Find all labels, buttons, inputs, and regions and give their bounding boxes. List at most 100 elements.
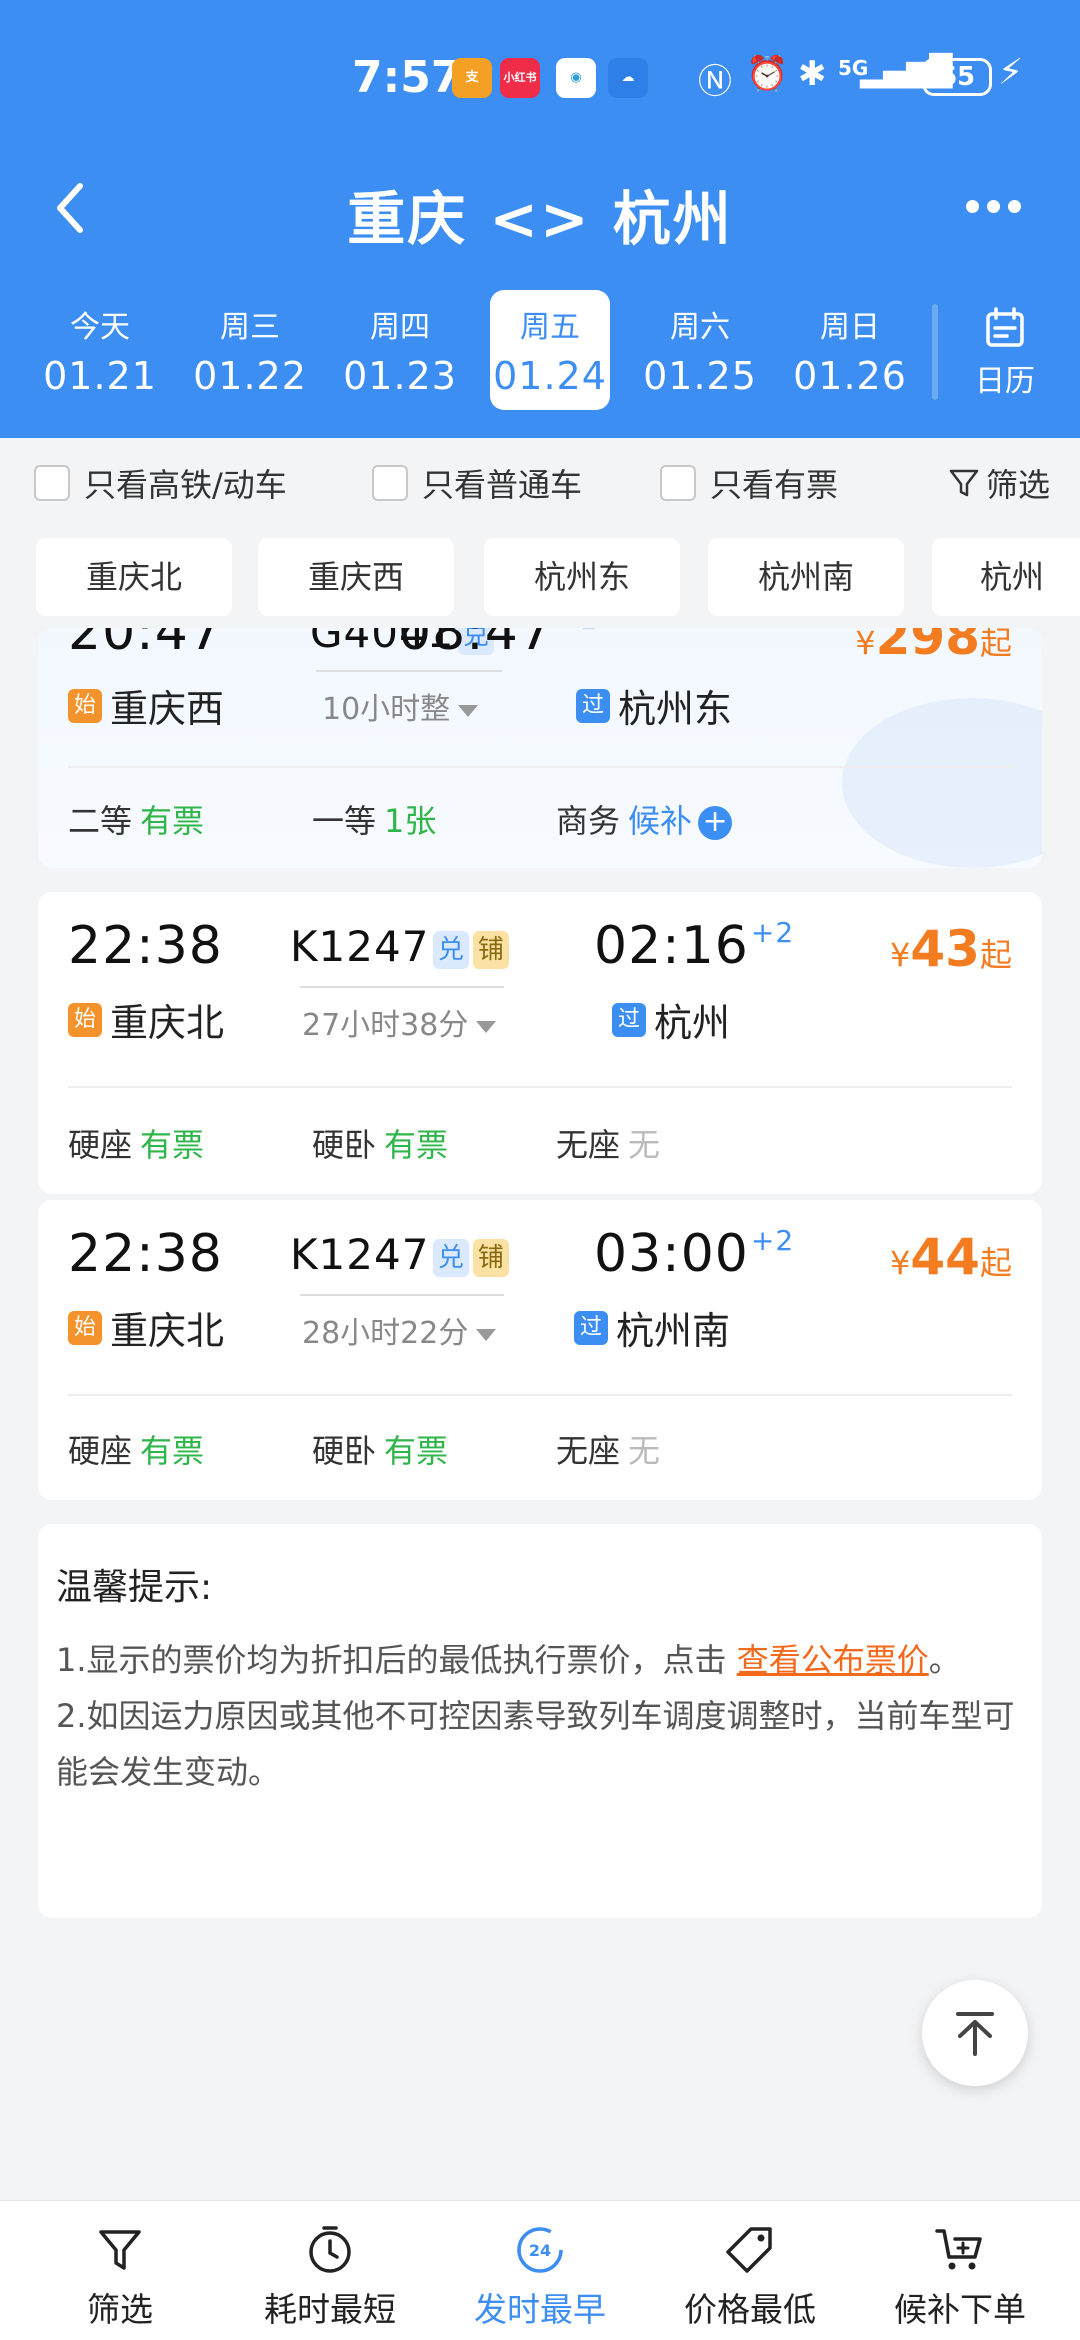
station-tab[interactable]: 重庆北 — [36, 538, 232, 616]
chevron-down-icon — [458, 704, 479, 717]
status-time: 7:57 — [352, 52, 462, 103]
day-offset: +2 — [750, 916, 795, 949]
seat-info: 一等 1张 — [312, 802, 437, 840]
funnel-icon — [949, 469, 979, 497]
tips-line-1: 1.显示的票价均为折扣后的最低执行票价，点击 查看公布票价。 — [56, 1641, 961, 1679]
filter-button[interactable]: 筛选 — [948, 460, 1050, 506]
train-number: K1247 兑铺 — [290, 1230, 510, 1279]
alarm-icon: ⏰ — [746, 54, 789, 94]
tips-title: 温馨提示: — [56, 1567, 213, 1608]
from-station: 始重庆北 — [68, 1300, 224, 1355]
filter-bar: 只看高铁/动车 只看普通车 只看有票 筛选 — [0, 438, 1080, 528]
seat-info: 硬卧 有票 — [312, 1126, 449, 1164]
nfc-icon: Ⓝ — [698, 62, 732, 102]
more-button[interactable] — [966, 198, 1030, 214]
svg-text:24: 24 — [529, 2241, 551, 2260]
normal-train-only-checkbox[interactable]: 只看普通车 — [372, 460, 582, 506]
seat-info: 无座无 — [556, 1432, 661, 1470]
station-tab[interactable]: 重庆西 — [258, 538, 454, 616]
date-tab[interactable]: 周四 01.23 — [340, 290, 460, 410]
from-station: 始重庆北 — [68, 992, 224, 1047]
train-card[interactable]: 20:47 G4041兑 08:47+1 ¥298起 始重庆西 10小时整 过杭… — [38, 628, 1042, 868]
duration-toggle[interactable]: 10小时整 — [322, 684, 479, 728]
day-offset: +1 — [555, 628, 598, 635]
nav-lowest-price[interactable]: 价格最低 — [650, 2211, 850, 2340]
tips-line-2: 2.如因运力原因或其他不可控因素导致列车调度调整时，当前车型可能会发生变动。 — [56, 1697, 1015, 1791]
xiaohongshu-icon: 小红书 — [500, 58, 540, 98]
origin-badge: 始 — [68, 688, 102, 723]
station-tab[interactable]: 杭州东 — [484, 538, 680, 616]
date-tab[interactable]: 周六 01.25 — [640, 290, 760, 410]
filter-icon — [99, 2230, 141, 2270]
date-tab[interactable]: 今天 01.21 — [40, 290, 160, 410]
to-station: 过杭州南 — [574, 1300, 730, 1355]
duration-toggle[interactable]: 27小时38分 — [302, 1000, 497, 1044]
departure-time: 22:38 — [68, 916, 223, 976]
high-speed-only-checkbox[interactable]: 只看高铁/动车 — [34, 460, 287, 506]
seat-info: 硬卧 有票 — [312, 1432, 449, 1470]
card-divider — [68, 766, 1012, 768]
bottom-nav: 筛选 耗时最短 24 发时最早 价格最低 候补下单 — [0, 2200, 1080, 2340]
page-title: 重庆 <> 杭州 — [347, 185, 733, 253]
station-tab[interactable]: 杭州南 — [708, 538, 904, 616]
from-station: 始重庆西 — [68, 678, 224, 733]
arrival-time: 02:16+2 — [594, 916, 795, 976]
status-bar: 7:57 支 小红书 ◉ ☁ Ⓝ ⏰ ✱ 5G ▂▄▆█ 65 ⚡ — [0, 50, 1080, 110]
calendar-button[interactable]: 日历 — [930, 290, 1080, 410]
date-tab[interactable]: 周三 01.22 — [190, 290, 310, 410]
arrival-time: 08:47+1 — [398, 628, 598, 662]
price-tag-icon — [726, 2227, 772, 2273]
nav-earliest-departure[interactable]: 24 发时最早 — [440, 2211, 640, 2340]
browser-icon: ◉ — [556, 58, 596, 98]
available-only-checkbox[interactable]: 只看有票 — [660, 460, 838, 506]
nav-filter[interactable]: 筛选 — [20, 2211, 220, 2340]
date-tab[interactable]: 周日 01.26 — [790, 290, 910, 410]
duration-toggle[interactable]: 28小时22分 — [302, 1308, 497, 1352]
pass-badge: 过 — [612, 1002, 646, 1037]
duration-line — [300, 1294, 504, 1296]
calendar-icon — [986, 307, 1024, 347]
arrival-time: 03:00+2 — [594, 1224, 795, 1284]
train-number: K1247 兑铺 — [290, 922, 510, 971]
nav-bar: 重庆 <> 杭州 — [0, 160, 1080, 260]
add-waitlist-icon[interactable]: + — [698, 806, 733, 840]
origin-badge: 始 — [68, 1002, 102, 1037]
berth-tag: 铺 — [473, 1238, 510, 1277]
nav-shortest-duration[interactable]: 耗时最短 — [230, 2211, 430, 2340]
day-offset: +2 — [750, 1224, 795, 1257]
exchange-tag: 兑 — [433, 930, 470, 969]
pass-badge: 过 — [574, 1310, 608, 1345]
charging-icon: ⚡ — [998, 52, 1024, 93]
more-icon — [966, 200, 979, 213]
seat-info: 硬座 有票 — [68, 1126, 205, 1164]
exchange-tag: 兑 — [433, 1238, 470, 1277]
arrow-up-icon — [956, 2012, 994, 2056]
published-fare-link[interactable]: 查看公布票价 — [737, 1641, 929, 1679]
alipay-icon: 支 — [452, 58, 492, 98]
train-watermark — [842, 698, 1042, 868]
train-card[interactable]: 22:38 K1247 兑铺 03:00+2 ¥44起 始重庆北 28小时22分 … — [38, 1200, 1042, 1500]
departure-time: 20:47 — [68, 628, 223, 662]
card-divider — [68, 1394, 1012, 1396]
departure-time: 22:38 — [68, 1224, 223, 1284]
header: 7:57 支 小红书 ◉ ☁ Ⓝ ⏰ ✱ 5G ▂▄▆█ 65 ⚡ 重庆 <> … — [0, 0, 1080, 438]
price: ¥43起 — [890, 920, 1012, 978]
back-to-top-button[interactable] — [922, 1980, 1028, 2086]
seat-info[interactable]: 商务 候补 + — [556, 796, 733, 842]
tips-panel: 温馨提示: 1.显示的票价均为折扣后的最低执行票价，点击 查看公布票价。 2.如… — [38, 1524, 1042, 1918]
pass-badge: 过 — [576, 688, 610, 723]
card-divider — [68, 1086, 1012, 1088]
date-selector: 今天 01.21 周三 01.22 周四 01.23 周五 01.24 周六 01.25 … — [0, 290, 1080, 410]
bluetooth-icon: ✱ — [798, 54, 827, 94]
date-tab-selected[interactable]: 周五 01.24 — [490, 290, 610, 410]
seat-info: 无座无 — [556, 1126, 661, 1164]
train-card[interactable]: 22:38 K1247 兑铺 02:16+2 ¥43起 始重庆北 27小时38分 … — [38, 892, 1042, 1194]
weather-icon: ☁ — [608, 58, 648, 98]
station-tab[interactable]: 杭州 — [932, 538, 1080, 616]
nav-waitlist-order[interactable]: 候补下单 — [860, 2211, 1060, 2340]
berth-tag: 铺 — [473, 930, 510, 969]
to-station: 过杭州东 — [576, 678, 732, 733]
seat-info: 硬座 有票 — [68, 1432, 205, 1470]
price: ¥44起 — [890, 1228, 1012, 1286]
chevron-down-icon — [476, 1020, 497, 1033]
